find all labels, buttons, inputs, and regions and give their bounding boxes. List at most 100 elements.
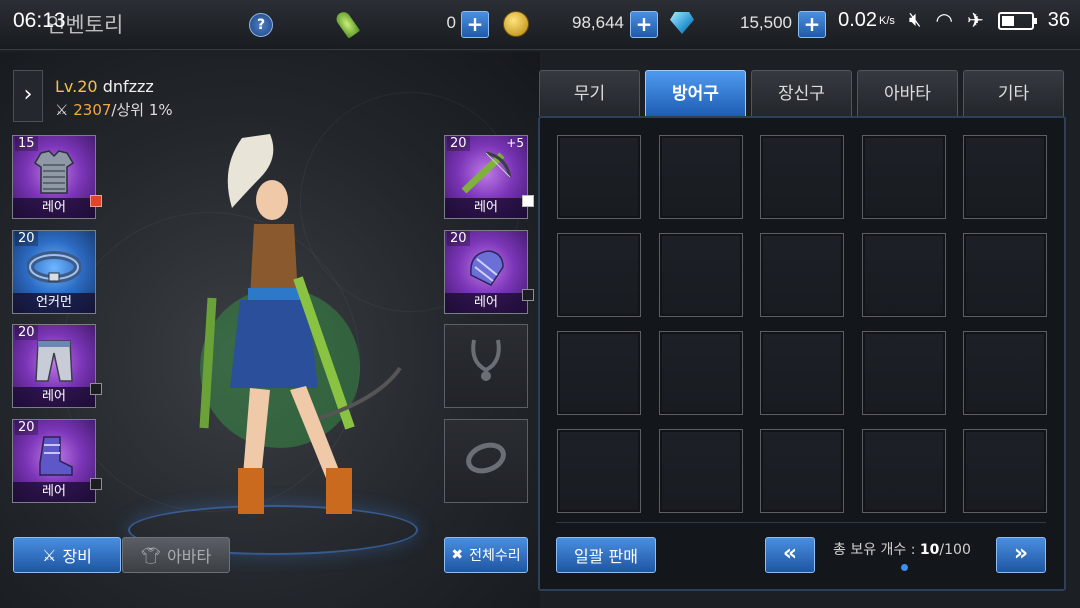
inventory-slot[interactable] xyxy=(557,331,641,415)
inventory-slot[interactable] xyxy=(557,429,641,513)
bulk-sell-label: 일괄 판매 xyxy=(574,547,638,566)
item-level: 20 xyxy=(15,231,38,246)
inventory-slot[interactable] xyxy=(862,429,946,513)
inventory-slot[interactable] xyxy=(659,135,743,219)
inventory-slot[interactable] xyxy=(659,429,743,513)
inventory-slot[interactable] xyxy=(963,331,1047,415)
count-current: 10 xyxy=(919,542,940,558)
count-max: /100 xyxy=(939,542,971,558)
key-icon xyxy=(333,9,361,39)
inventory-slot[interactable] xyxy=(760,429,844,513)
item-grade: 언커먼 xyxy=(13,293,95,313)
tab-accessory[interactable]: 장신구 xyxy=(751,70,852,116)
equip-slot-armor[interactable]: 15 레어 xyxy=(12,135,96,219)
coin-icon xyxy=(503,11,529,37)
tab-avatar[interactable]: 아바타 xyxy=(857,70,958,116)
ring-icon xyxy=(466,442,506,474)
next-page-button[interactable]: » xyxy=(996,537,1046,573)
level-value: 20 xyxy=(77,77,98,96)
swords-icon: ⚔ xyxy=(55,101,69,119)
armor-checkbox[interactable] xyxy=(90,195,102,207)
item-count: 총 보유 개수 : 10/100 xyxy=(833,539,971,559)
character-figure xyxy=(199,134,402,514)
equip-slot-boots[interactable]: 20 레어 xyxy=(12,419,96,503)
add-key-button[interactable]: + xyxy=(461,11,489,38)
add-gold-button[interactable]: + xyxy=(630,11,658,38)
equip-slot-belt[interactable]: 20 언커먼 xyxy=(12,230,96,314)
gold-count: 98,644 xyxy=(572,13,624,32)
swords-icon: ⚔ xyxy=(42,545,57,565)
inventory-slot[interactable] xyxy=(760,331,844,415)
item-grade: 레어 xyxy=(445,293,527,313)
tab-etc[interactable]: 기타 xyxy=(963,70,1064,116)
battery-icon xyxy=(997,11,1037,30)
mute-icon: 🔇︎ xyxy=(908,9,922,31)
page-indicator-dot xyxy=(901,564,908,571)
item-grade: 레어 xyxy=(13,198,95,218)
boots-checkbox[interactable] xyxy=(90,478,102,490)
inventory-slot[interactable] xyxy=(862,135,946,219)
pants-icon xyxy=(35,340,73,382)
expand-panel-button[interactable]: › xyxy=(13,70,43,122)
item-level: 20 xyxy=(447,231,470,246)
pants-checkbox[interactable] xyxy=(90,383,102,395)
avatar-tab-button[interactable]: 👕︎ 아바타 xyxy=(122,537,230,573)
combat-power: ⚔ 2307/상위 1% xyxy=(55,99,173,120)
tab-weapon[interactable]: 무기 xyxy=(539,70,640,116)
inventory-slot[interactable] xyxy=(760,233,844,317)
shoulder-armor-icon xyxy=(470,250,504,287)
key-count: 0 xyxy=(446,13,456,32)
battery-level: 36 xyxy=(1047,9,1070,31)
inventory-slot[interactable] xyxy=(862,233,946,317)
add-gem-button[interactable]: + xyxy=(798,11,826,38)
equip-slot-weapon[interactable]: 20 +5 레어 xyxy=(444,135,528,219)
belt-icon xyxy=(27,251,81,284)
top-bar: 인벤토리 06:13 ? 0 + 98,644 + 15,500 + 0.02 … xyxy=(0,0,1080,50)
character-level: Lv.20 dnfzzz xyxy=(55,77,154,96)
power-value: 2307 xyxy=(73,101,112,119)
repair-icon: ✖ xyxy=(451,547,464,563)
crossbow-icon xyxy=(461,151,512,194)
inventory-slot[interactable] xyxy=(963,135,1047,219)
inventory-slot[interactable] xyxy=(557,233,641,317)
inventory-slot[interactable] xyxy=(659,233,743,317)
repair-all-button[interactable]: ✖ 전체수리 xyxy=(444,537,528,573)
network-speed-unit: K/s xyxy=(879,14,895,27)
gem-icon xyxy=(670,12,694,34)
gem-count: 15,500 xyxy=(740,13,792,32)
prev-page-button[interactable]: « xyxy=(765,537,815,573)
network-speed: 0.02 xyxy=(838,9,878,31)
weapon-checkbox[interactable] xyxy=(522,195,534,207)
necklace-icon xyxy=(471,339,501,382)
count-label: 총 보유 개수 : xyxy=(833,542,920,558)
equip-slot-shoulder[interactable]: 20 레어 xyxy=(444,230,528,314)
equip-tab-button[interactable]: ⚔ 장비 xyxy=(13,537,121,573)
avatar-label: 아바타 xyxy=(167,547,212,566)
inventory-slot[interactable] xyxy=(659,331,743,415)
shoulder-checkbox[interactable] xyxy=(522,289,534,301)
inventory-slot[interactable] xyxy=(760,135,844,219)
equip-label: 장비 xyxy=(62,547,92,566)
repair-label: 전체수리 xyxy=(469,548,521,564)
chainmail-armor-icon xyxy=(33,150,75,194)
tab-armor[interactable]: 방어구 xyxy=(645,70,746,116)
help-button[interactable]: ? xyxy=(249,13,273,37)
rank-text: /상위 1% xyxy=(111,101,173,119)
inventory-slot[interactable] xyxy=(862,331,946,415)
inventory-slot[interactable] xyxy=(963,233,1047,317)
level-prefix: Lv. xyxy=(55,77,78,96)
boots-icon xyxy=(39,436,73,476)
equip-slot-pants[interactable]: 20 레어 xyxy=(12,324,96,408)
equip-slot-necklace[interactable] xyxy=(444,324,528,408)
inventory-slot[interactable] xyxy=(557,135,641,219)
item-grade: 레어 xyxy=(13,387,95,407)
panel-divider xyxy=(556,522,1046,523)
wifi-icon: ◠ xyxy=(935,10,953,32)
system-status: 0.02 K/s 🔇︎ ◠ ✈ 36 xyxy=(838,8,1070,33)
equip-slot-ring[interactable] xyxy=(444,419,528,503)
airplane-icon: ✈ xyxy=(966,10,984,32)
inventory-slot[interactable] xyxy=(963,429,1047,513)
character-name: dnfzzz xyxy=(102,77,154,96)
item-grade: 레어 xyxy=(445,198,527,218)
bulk-sell-button[interactable]: 일괄 판매 xyxy=(556,537,656,573)
